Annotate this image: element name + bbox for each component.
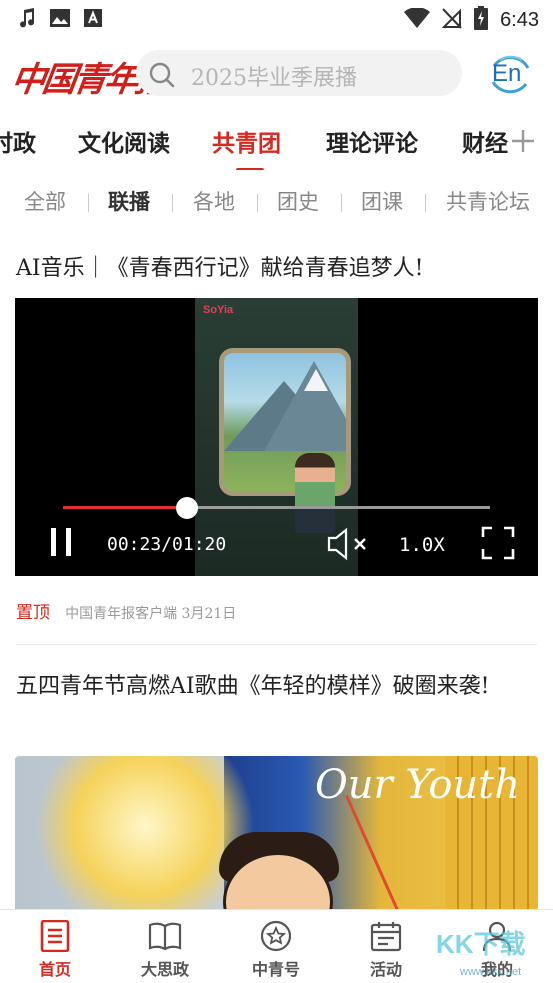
watermark: KK下载	[436, 929, 526, 959]
music-note-icon	[18, 8, 36, 32]
home-list-icon	[38, 919, 72, 953]
subtab-separator	[172, 194, 173, 212]
article-meta: 置顶 中国青年报客户端 3月21日	[16, 598, 236, 623]
nav-home[interactable]: 首页	[0, 910, 110, 983]
video-progress-handle[interactable]	[175, 497, 198, 519]
article-title[interactable]: AI音乐｜《青春西行记》献给青春追梦人!	[16, 250, 423, 282]
star-circle-icon	[259, 920, 293, 952]
search-bar[interactable]: 2025毕业季展播	[136, 50, 462, 96]
active-tab-indicator	[236, 168, 264, 170]
subtab-regions[interactable]: 各地	[193, 186, 235, 216]
video-player[interactable]: SoYia 00:23/01:20 1.0X	[15, 298, 538, 576]
app-header: 中国青年报 2025毕业季展播 En	[0, 44, 553, 104]
book-icon	[148, 920, 182, 952]
nav-youth-account[interactable]: 中青号	[221, 910, 331, 983]
tab-youth-league[interactable]: 共青团	[212, 124, 281, 158]
no-signal-icon	[441, 7, 462, 33]
subtab-separator	[257, 194, 258, 212]
battery-charging-icon	[474, 6, 489, 34]
playback-speed-button[interactable]: 1.0X	[399, 534, 445, 556]
subtab-history[interactable]: 团史	[277, 186, 319, 216]
video-time: 00:23/01:20	[107, 534, 227, 555]
tab-theory-review[interactable]: 理论评论	[326, 124, 418, 158]
status-time: 6:43	[500, 8, 539, 31]
status-bar: 6:43	[0, 0, 553, 38]
add-channel-button[interactable]	[510, 128, 536, 162]
tab-culture-reading[interactable]: 文化阅读	[78, 124, 170, 158]
subtab-separator	[88, 194, 89, 212]
article-cover-image[interactable]: Our Youth	[15, 756, 538, 916]
subtab-lessons[interactable]: 团课	[361, 186, 403, 216]
video-tag: SoYia	[203, 304, 234, 316]
article-divider	[16, 644, 537, 645]
article-title[interactable]: 五四青年节高燃AI歌曲《年轻的模样》破圈来袭!	[16, 668, 536, 706]
nav-label: 首页	[38, 960, 71, 979]
pinned-badge: 置顶	[16, 603, 50, 623]
red-arrow-annotation	[345, 794, 409, 916]
nav-activities[interactable]: 活动	[331, 910, 441, 983]
subtab-separator	[341, 194, 342, 212]
pause-icon	[51, 528, 56, 556]
nav-ideology[interactable]: 大思政	[110, 910, 220, 983]
calendar-icon	[369, 920, 403, 952]
wifi-icon	[404, 7, 431, 32]
video-progress-fill	[63, 506, 187, 509]
cover-image-text: Our Youth	[315, 762, 520, 808]
fullscreen-icon	[481, 526, 515, 560]
watermark-url: www.kkx.net	[460, 966, 522, 978]
search-icon	[148, 61, 176, 93]
subtab-separator	[425, 194, 426, 212]
fullscreen-button[interactable]	[481, 526, 515, 564]
channel-tabs: 时政 文化阅读 共青团 理论评论 财经	[0, 120, 553, 170]
subtab-forum[interactable]: 共青论坛	[446, 186, 530, 216]
speaker-muted-icon	[327, 527, 366, 561]
plus-icon	[512, 130, 534, 152]
mute-button[interactable]	[327, 527, 371, 565]
search-placeholder: 2025毕业季展播	[191, 66, 357, 91]
language-label: En	[492, 60, 522, 87]
language-button[interactable]: En	[488, 54, 532, 94]
nav-label: 大思政	[140, 960, 189, 979]
nav-label: 活动	[369, 960, 402, 979]
nav-label: 中青号	[251, 960, 300, 979]
subtab-broadcast[interactable]: 联播	[108, 186, 150, 216]
article-source: 中国青年报客户端 3月21日	[65, 606, 237, 622]
tab-finance[interactable]: 财经	[462, 124, 508, 158]
subtab-all[interactable]: 全部	[24, 186, 66, 216]
text-a-icon	[84, 9, 102, 31]
image-icon	[50, 9, 70, 31]
tab-politics[interactable]: 时政	[0, 124, 36, 158]
sub-tabs: 全部 联播 各地 团史 团课 共青论坛	[0, 184, 553, 220]
pause-button[interactable]	[51, 528, 73, 556]
traveler-illustration	[295, 453, 335, 533]
